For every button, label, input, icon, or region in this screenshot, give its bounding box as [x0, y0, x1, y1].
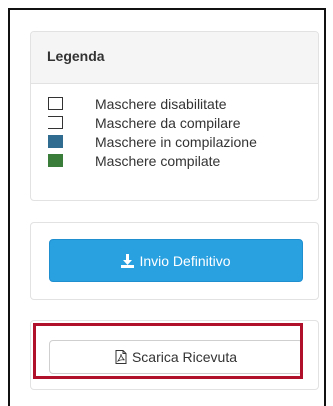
blue-box-icon [48, 135, 63, 148]
legend-title: Legenda [47, 48, 105, 64]
download-icon [121, 253, 135, 268]
legend-header: Legenda [31, 32, 318, 84]
legend-item-label: Maschere da compilare [95, 115, 241, 131]
send-panel: Invio Definitivo [30, 222, 319, 300]
pdf-file-icon [115, 350, 127, 364]
open-box-icon [48, 116, 63, 129]
legend-item-label: Maschere in compilazione [95, 134, 257, 150]
scarica-ricevuta-button[interactable]: Scarica Ricevuta [49, 340, 303, 374]
empty-box-icon [48, 97, 63, 110]
receipt-panel: Scarica Ricevuta [30, 320, 319, 390]
invio-definitivo-button[interactable]: Invio Definitivo [49, 239, 303, 282]
scarica-ricevuta-label: Scarica Ricevuta [131, 349, 238, 365]
invio-definitivo-label: Invio Definitivo [139, 252, 231, 269]
legend-item-label: Maschere disabilitate [95, 96, 227, 112]
green-box-icon [48, 154, 63, 167]
legend-item-label: Maschere compilate [95, 153, 221, 169]
legend-panel: Legenda Maschere disabilitate Maschere d… [30, 31, 319, 201]
